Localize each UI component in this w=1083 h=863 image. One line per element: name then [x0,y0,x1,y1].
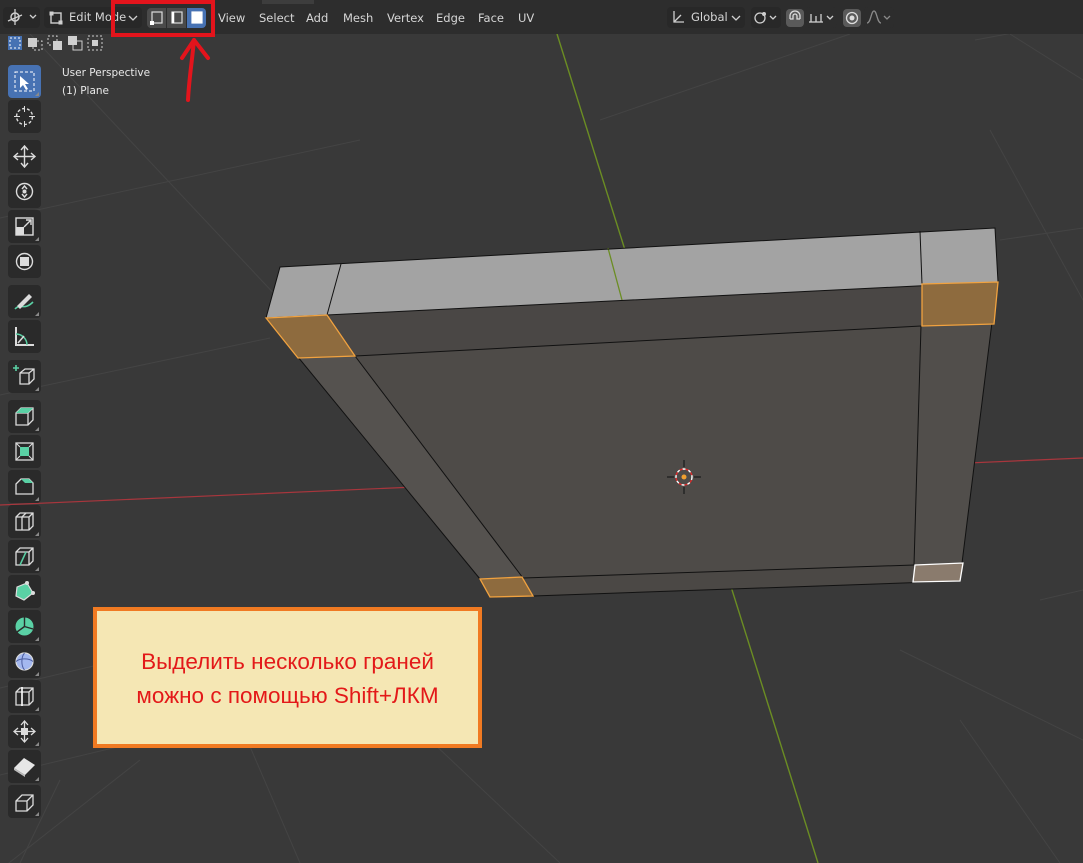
edge-slide-tool[interactable] [8,680,41,713]
scale-tool[interactable] [8,210,41,243]
move-tool[interactable] [8,140,41,173]
select-intersect-button[interactable] [87,35,103,51]
transform-orientation-label: Global [691,10,728,24]
measure-icon [15,327,34,346]
measure-tool[interactable] [8,320,41,353]
poly-build-tool[interactable] [8,575,41,608]
menu-edge[interactable]: Edge [436,11,465,25]
header-tab-indicator [262,0,314,4]
shear-tool[interactable] [8,750,41,783]
callout-line-1: Выделить несколько граней [141,649,434,674]
orientation-axes-icon [673,11,684,23]
rip-region-tool[interactable] [8,785,41,818]
spin-icon [15,617,34,636]
smooth-icon [15,652,34,671]
rip-region-icon [15,794,34,812]
annotation-callout: Выделить несколько граней можно с помощь… [93,607,482,748]
loop-cut-tool[interactable] [8,505,41,538]
annotation-highlight-box [111,0,215,37]
callout-line-2: можно с помощью Shift+ЛКМ [136,683,439,708]
extrude-icon [15,407,34,426]
knife-tool[interactable] [8,540,41,573]
cursor-tool[interactable] [8,100,41,133]
select-box-icon [14,71,35,92]
rotate-icon [15,182,34,201]
knife-icon [15,547,34,566]
transform-icon [15,252,34,271]
editor-type-button[interactable] [3,7,40,28]
snap-target-dropdown[interactable] [806,7,837,28]
annotation-arrow [180,38,210,102]
bevel-icon [15,478,34,495]
select-new-button[interactable] [7,35,23,51]
proportional-falloff-dropdown[interactable] [864,7,894,28]
shear-icon [14,758,35,777]
pivot-point-icon [754,12,777,24]
snap-toggle-button[interactable] [786,9,804,27]
selected-face-right[interactable] [921,281,999,327]
snap-increment-icon [809,14,834,23]
proportional-editing-icon [845,11,859,25]
shrink-fatten-tool[interactable] [8,715,41,748]
transform-tool[interactable] [8,245,41,278]
viewport-header: Edit Mode View Select Add Mesh Vertex Ed… [0,0,1083,37]
spin-tool[interactable] [8,610,41,643]
menu-face[interactable]: Face [478,11,504,25]
select-invert-button[interactable] [67,35,83,51]
tool-shelf [0,60,48,830]
proportional-editing-toggle[interactable] [843,9,861,27]
select-subtract-button[interactable] [47,35,63,51]
scale-icon [15,217,34,236]
inset-icon [15,442,34,461]
add-cube-tool[interactable] [8,360,41,393]
magnet-icon [789,10,801,20]
transform-orientation-dropdown[interactable]: Global [667,7,745,28]
menu-mesh[interactable]: Mesh [343,11,373,25]
annotate-tool[interactable] [8,285,41,318]
select-extend-button[interactable] [27,35,43,51]
loop-cut-icon [15,512,34,531]
selection-mode-buttons [5,34,105,54]
rotate-tool[interactable] [8,175,41,208]
falloff-curve-icon [866,10,891,24]
view-name-label: User Perspective [62,67,151,79]
menu-add[interactable]: Add [306,11,328,25]
poly-build-icon [15,581,35,601]
editor-type-icon [7,9,37,25]
active-face[interactable] [912,562,964,583]
edge-slide-icon [15,687,34,706]
move-icon [12,144,37,169]
shrink-fatten-icon [13,720,36,743]
object-name-label: (1) Plane [62,85,110,97]
cursor-icon [14,106,35,127]
inset-faces-tool[interactable] [8,435,41,468]
menu-view[interactable]: View [218,11,245,25]
smooth-tool[interactable] [8,645,41,678]
annotate-icon [14,294,34,310]
menu-vertex[interactable]: Vertex [387,11,424,25]
select-box-tool[interactable] [8,65,41,98]
pivot-point-dropdown[interactable] [751,7,781,28]
menu-select[interactable]: Select [259,11,294,25]
bevel-tool[interactable] [8,470,41,503]
chevron-down-icon [731,15,741,21]
edit-mode-icon [49,11,63,25]
add-cube-icon [13,365,35,385]
menu-uv[interactable]: UV [518,11,534,25]
extrude-region-tool[interactable] [8,400,41,433]
